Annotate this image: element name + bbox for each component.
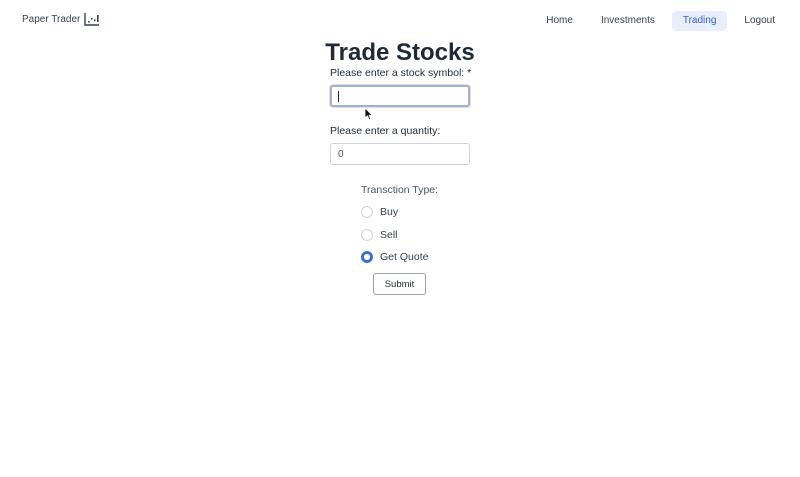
nav-item-logout[interactable]: Logout <box>733 11 786 31</box>
symbol-label: Please enter a stock symbol: * <box>330 67 472 79</box>
text-caret <box>338 91 339 102</box>
radio-get-quote-circle[interactable] <box>361 251 373 263</box>
quantity-input[interactable] <box>330 143 470 165</box>
transaction-type-label: Transction Type: <box>361 184 439 196</box>
radio-buy-label: Buy <box>380 206 399 218</box>
nav-item-investments[interactable]: Investments <box>590 11 666 31</box>
quantity-label: Please enter a quantity: <box>330 125 441 137</box>
navbar: Paper Trader Home Investments Trading Lo… <box>0 0 800 42</box>
radio-get-quote-label: Get Quote <box>380 251 429 263</box>
radio-sell[interactable]: Sell <box>361 229 398 241</box>
nav-item-trading[interactable]: Trading <box>671 11 728 31</box>
nav-item-home[interactable]: Home <box>535 11 584 31</box>
submit-button[interactable]: Submit <box>373 273 426 295</box>
page-title: Trade Stocks <box>325 39 475 66</box>
chart-icon <box>84 12 100 26</box>
symbol-input[interactable] <box>330 85 470 107</box>
brand-link[interactable]: Paper Trader <box>22 12 100 26</box>
radio-sell-label: Sell <box>380 229 398 241</box>
radio-buy[interactable]: Buy <box>361 206 398 218</box>
nav-links: Home Investments Trading Logout <box>529 11 786 31</box>
mouse-pointer-icon <box>364 107 374 121</box>
brand-name: Paper Trader <box>22 13 81 25</box>
radio-get-quote[interactable]: Get Quote <box>361 251 428 263</box>
radio-buy-circle[interactable] <box>361 206 373 218</box>
radio-sell-circle[interactable] <box>361 229 373 241</box>
